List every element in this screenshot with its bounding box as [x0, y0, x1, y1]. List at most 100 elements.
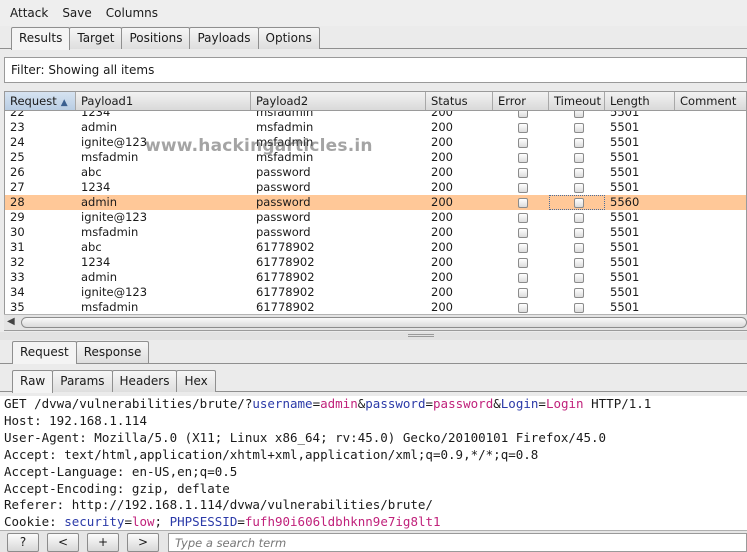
cell-error — [493, 210, 549, 225]
timeout-checkbox[interactable] — [574, 137, 584, 148]
table-row[interactable]: 33 admin 61778902 200 5501 — [5, 270, 746, 285]
cell-comment[interactable] — [675, 225, 746, 240]
cell-error — [493, 120, 549, 135]
cell-comment[interactable] — [675, 210, 746, 225]
cell-comment[interactable] — [675, 285, 746, 300]
table-row[interactable]: 32 1234 61778902 200 5501 — [5, 255, 746, 270]
cell-request: 35 — [10, 300, 25, 314]
cell-comment[interactable] — [675, 120, 746, 135]
menu-columns[interactable]: Columns — [106, 6, 158, 20]
error-checkbox[interactable] — [518, 122, 528, 133]
search-field — [168, 533, 747, 552]
column-comment[interactable]: Comment — [675, 92, 746, 110]
timeout-checkbox[interactable] — [574, 152, 584, 163]
cell-status: 200 — [431, 180, 453, 194]
timeout-checkbox[interactable] — [574, 227, 584, 238]
tab-request[interactable]: Request — [12, 341, 77, 364]
cell-comment[interactable] — [675, 300, 746, 315]
cell-payload1: abc — [81, 165, 102, 179]
cell-comment[interactable] — [675, 240, 746, 255]
cell-comment[interactable] — [675, 180, 746, 195]
error-checkbox[interactable] — [518, 152, 528, 163]
previous-match-button[interactable]: < — [47, 533, 79, 552]
cell-error — [493, 255, 549, 270]
tab-raw[interactable]: Raw — [12, 370, 54, 393]
timeout-checkbox[interactable] — [574, 272, 584, 283]
column-request[interactable]: Request ▲ — [5, 92, 76, 110]
timeout-checkbox[interactable] — [574, 197, 584, 208]
header-accept-encoding: Accept-Encoding: gzip, deflate — [4, 480, 230, 496]
column-timeout[interactable]: Timeout — [549, 92, 605, 110]
error-checkbox[interactable] — [518, 167, 528, 178]
cell-payload1: 1234 — [81, 180, 111, 194]
table-row[interactable]: 35 msfadmin 61778902 200 5501 — [5, 300, 746, 315]
menu-save[interactable]: Save — [62, 6, 91, 20]
search-input[interactable] — [169, 534, 746, 551]
timeout-checkbox[interactable] — [574, 122, 584, 133]
results-table: 22 1234 msfadmin 200 5501 23 admin msfadmin 200 5… — [4, 91, 747, 331]
timeout-checkbox[interactable] — [574, 287, 584, 298]
error-checkbox[interactable] — [518, 227, 528, 238]
scrollbar-thumb[interactable] — [21, 317, 747, 328]
tab-hex[interactable]: Hex — [176, 370, 216, 392]
column-payload2[interactable]: Payload2 — [251, 92, 426, 110]
tab-payloads[interactable]: Payloads — [189, 27, 259, 49]
search-options-button[interactable]: + — [87, 533, 119, 552]
timeout-checkbox[interactable] — [574, 242, 584, 253]
timeout-checkbox[interactable] — [574, 212, 584, 223]
table-row[interactable]: 23 admin msfadmin 200 5501 — [5, 120, 746, 135]
table-row[interactable]: 27 1234 password 200 5501 — [5, 180, 746, 195]
menu-attack[interactable]: Attack — [10, 6, 48, 20]
tab-positions[interactable]: Positions — [121, 27, 191, 49]
table-row[interactable]: 24 ignite@123 msfadmin 200 5501 — [5, 135, 746, 150]
column-length[interactable]: Length — [605, 92, 675, 110]
timeout-checkbox[interactable] — [574, 257, 584, 268]
table-row[interactable]: 25 msfadmin msfadmin 200 5501 — [5, 150, 746, 165]
error-checkbox[interactable] — [518, 242, 528, 253]
error-checkbox[interactable] — [518, 137, 528, 148]
cell-payload1: admin — [81, 195, 118, 209]
help-button[interactable]: ? — [7, 533, 39, 552]
error-checkbox[interactable] — [518, 272, 528, 283]
pane-splitter[interactable] — [0, 332, 747, 340]
raw-request-editor[interactable]: GET /dvwa/vulnerabilities/brute/?usernam… — [0, 396, 747, 530]
table-row[interactable]: 31 abc 61778902 200 5501 — [5, 240, 746, 255]
table-row[interactable]: 26 abc password 200 5501 — [5, 165, 746, 180]
column-error[interactable]: Error — [493, 92, 549, 110]
cell-timeout — [549, 300, 605, 315]
cell-comment[interactable] — [675, 150, 746, 165]
cell-payload2: password — [256, 225, 311, 239]
tab-headers[interactable]: Headers — [111, 370, 178, 392]
cell-status: 200 — [431, 285, 453, 299]
tab-options[interactable]: Options — [257, 27, 320, 49]
scroll-left-icon[interactable]: ◀ — [7, 316, 15, 327]
timeout-checkbox[interactable] — [574, 302, 584, 313]
table-row[interactable]: 30 msfadmin password 200 5501 — [5, 225, 746, 240]
error-checkbox[interactable] — [518, 302, 528, 313]
table-row[interactable]: 29 ignite@123 password 200 5501 — [5, 210, 746, 225]
tab-params[interactable]: Params — [52, 370, 113, 392]
timeout-checkbox[interactable] — [574, 167, 584, 178]
table-row[interactable]: 34 ignite@123 61778902 200 5501 — [5, 285, 746, 300]
error-checkbox[interactable] — [518, 287, 528, 298]
tab-results[interactable]: Results — [11, 27, 71, 50]
error-checkbox[interactable] — [518, 197, 528, 208]
error-checkbox[interactable] — [518, 182, 528, 193]
table-row[interactable]: 28 admin password 200 5560 — [5, 195, 746, 210]
cell-comment[interactable] — [675, 195, 746, 210]
error-checkbox[interactable] — [518, 257, 528, 268]
timeout-checkbox[interactable] — [574, 182, 584, 193]
tab-response[interactable]: Response — [75, 341, 150, 363]
tab-target[interactable]: Target — [69, 27, 123, 49]
cell-comment[interactable] — [675, 135, 746, 150]
cell-comment[interactable] — [675, 165, 746, 180]
cell-comment[interactable] — [675, 255, 746, 270]
error-checkbox[interactable] — [518, 212, 528, 223]
cell-comment[interactable] — [675, 270, 746, 285]
next-match-button[interactable]: > — [127, 533, 159, 552]
column-status[interactable]: Status — [426, 92, 493, 110]
column-payload1[interactable]: Payload1 — [76, 92, 251, 110]
filter-bar[interactable]: Filter: Showing all items — [4, 57, 747, 83]
cell-payload1: ignite@123 — [81, 135, 148, 149]
horizontal-scrollbar[interactable]: ◀ — [4, 314, 747, 330]
